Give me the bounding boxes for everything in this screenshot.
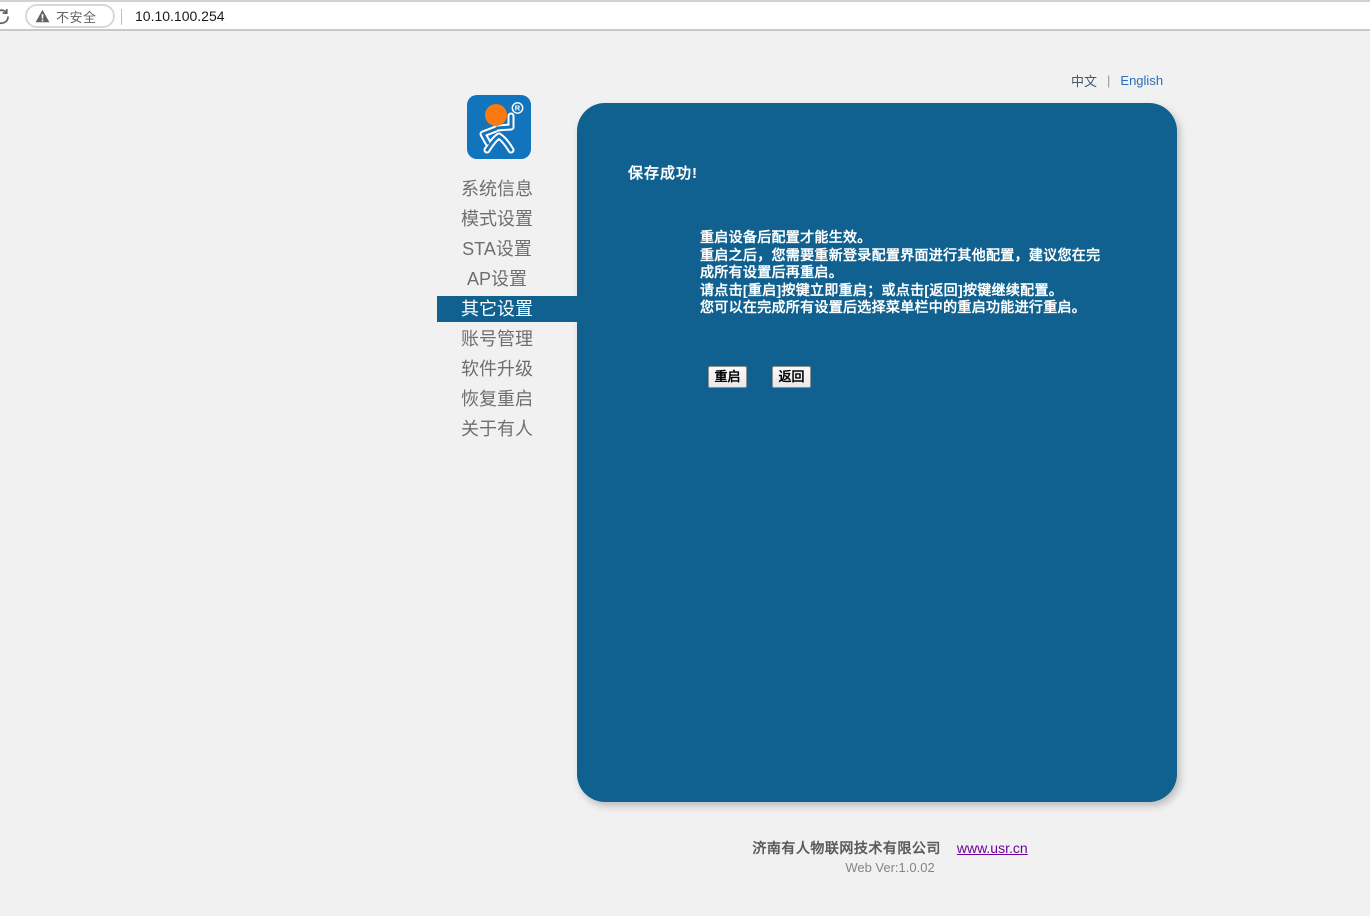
warning-triangle-icon xyxy=(35,9,50,23)
sidebar-item-mode-settings[interactable]: 模式设置 xyxy=(427,204,567,234)
footer-website-link[interactable]: www.usr.cn xyxy=(957,840,1028,856)
message-line: 重启设备后配置才能生效。 xyxy=(700,229,1080,247)
sidebar-item-about-usr[interactable]: 关于有人 xyxy=(427,414,567,444)
address-separator xyxy=(121,9,122,25)
language-link-english[interactable]: English xyxy=(1120,73,1163,88)
message-line: 请点击[重启]按键立即重启；或点击[返回]按键继续配置。 xyxy=(700,282,1080,300)
language-divider: | xyxy=(1107,73,1110,88)
language-link-chinese[interactable]: 中文 xyxy=(1071,71,1097,90)
footer-company-name: 济南有人物联网技术有限公司 xyxy=(752,838,941,858)
sidebar-item-firmware-upgrade[interactable]: 软件升级 xyxy=(427,354,567,384)
logo-head xyxy=(485,104,507,126)
footer-web-version: Web Ver:1.0.02 xyxy=(590,860,1190,875)
url-text[interactable]: 10.10.100.254 xyxy=(135,8,225,24)
reload-icon[interactable] xyxy=(0,7,11,26)
security-chip[interactable]: 不安全 xyxy=(25,4,115,28)
sidebar-item-other-settings[interactable]: 其它设置 xyxy=(427,294,567,324)
sidebar-menu: 系统信息 模式设置 STA设置 AP设置 其它设置 账号管理 软件升级 恢复重启… xyxy=(427,174,567,444)
usr-logo: R xyxy=(467,95,531,159)
sidebar-item-restore-reboot[interactable]: 恢复重启 xyxy=(427,384,567,414)
language-switcher: 中文 | English xyxy=(1071,71,1163,90)
footer: 济南有人物联网技术有限公司 www.usr.cn Web Ver:1.0.02 xyxy=(590,838,1190,875)
message-line: 您可以在完成所有设置后选择菜单栏中的重启功能进行重启。 xyxy=(700,299,1080,317)
message-line: 重启之后，您需要重新登录配置界面进行其他配置，建议您在完 xyxy=(700,247,1080,265)
sidebar-item-ap-settings[interactable]: AP设置 xyxy=(427,264,567,294)
sidebar-item-sta-settings[interactable]: STA设置 xyxy=(427,234,567,264)
browser-address-bar: 不安全 10.10.100.254 xyxy=(0,0,1370,31)
restart-button[interactable]: 重启 xyxy=(708,366,747,388)
svg-text:R: R xyxy=(515,104,521,113)
content-panel: 保存成功! 重启设备后配置才能生效。 重启之后，您需要重新登录配置界面进行其他配… xyxy=(577,103,1177,802)
message-line: 成所有设置后再重启。 xyxy=(700,264,1080,282)
security-chip-label: 不安全 xyxy=(56,7,97,26)
screen: 不安全 10.10.100.254 中文 | English R xyxy=(0,0,1370,916)
sidebar-item-system-info[interactable]: 系统信息 xyxy=(427,174,567,204)
panel-buttons: 重启 返回 xyxy=(708,366,811,388)
save-success-title: 保存成功! xyxy=(628,162,698,183)
restart-message: 重启设备后配置才能生效。 重启之后，您需要重新登录配置界面进行其他配置，建议您在… xyxy=(700,229,1080,317)
back-button[interactable]: 返回 xyxy=(772,366,811,388)
sidebar-item-account-mgmt[interactable]: 账号管理 xyxy=(427,324,567,354)
